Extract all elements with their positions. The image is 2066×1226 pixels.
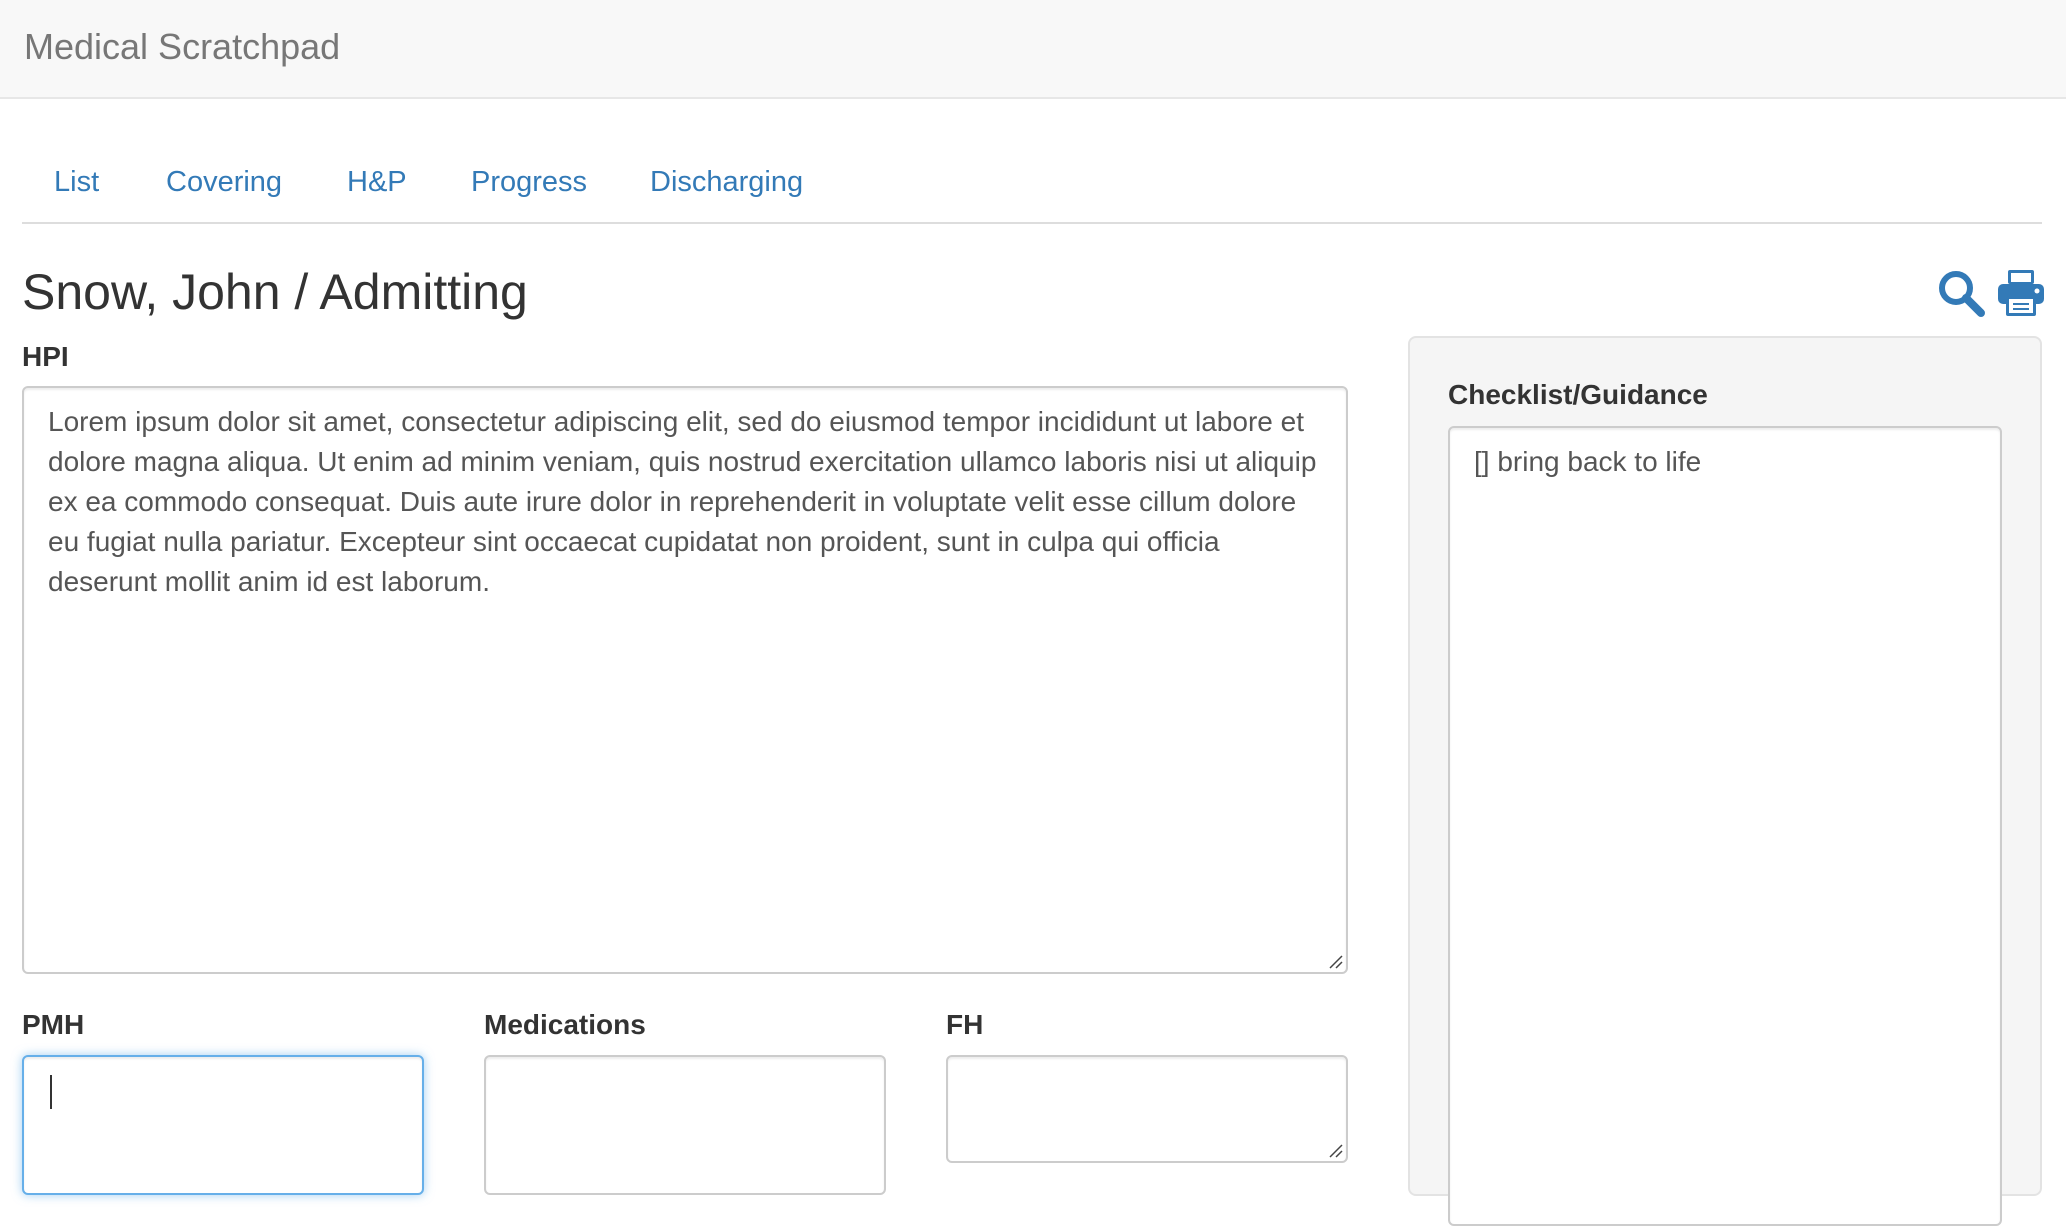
app-brand[interactable]: Medical Scratchpad xyxy=(24,27,340,67)
hpi-text: Lorem ipsum dolor sit amet, consectetur … xyxy=(48,406,1325,597)
search-icon[interactable] xyxy=(1936,268,1986,318)
hpi-label: HPI xyxy=(22,341,69,372)
checklist-label: Checklist/Guidance xyxy=(1448,379,1708,410)
fh-label: FH xyxy=(946,1009,984,1040)
print-icon[interactable] xyxy=(1996,268,2046,318)
tab-list[interactable]: List xyxy=(54,164,99,200)
tab-progress[interactable]: Progress xyxy=(471,164,587,200)
tab-h-and-p[interactable]: H&P xyxy=(347,164,407,200)
hpi-textarea[interactable]: Lorem ipsum dolor sit amet, consectetur … xyxy=(22,386,1348,974)
checklist-textarea[interactable]: [] bring back to life xyxy=(1448,426,2002,1226)
page-title: Snow, John / Admitting xyxy=(22,264,528,320)
resize-grip-icon[interactable] xyxy=(1327,953,1343,969)
medications-textarea[interactable] xyxy=(484,1055,886,1195)
fh-textarea[interactable] xyxy=(946,1055,1348,1163)
pmh-textarea[interactable] xyxy=(22,1055,424,1195)
tab-covering[interactable]: Covering xyxy=(166,164,282,200)
resize-grip-icon[interactable] xyxy=(1327,1142,1343,1158)
pmh-label: PMH xyxy=(22,1009,85,1040)
nav-tabs: List Covering H&P Progress Discharging xyxy=(22,144,2042,224)
medications-label: Medications xyxy=(484,1009,646,1040)
checklist-text: [] bring back to life xyxy=(1474,446,1702,477)
checklist-panel: Checklist/Guidance [] bring back to life xyxy=(1408,336,2042,1226)
text-cursor xyxy=(50,1075,52,1109)
tab-discharging[interactable]: Discharging xyxy=(650,164,803,200)
top-navbar: Medical Scratchpad xyxy=(0,0,2066,99)
